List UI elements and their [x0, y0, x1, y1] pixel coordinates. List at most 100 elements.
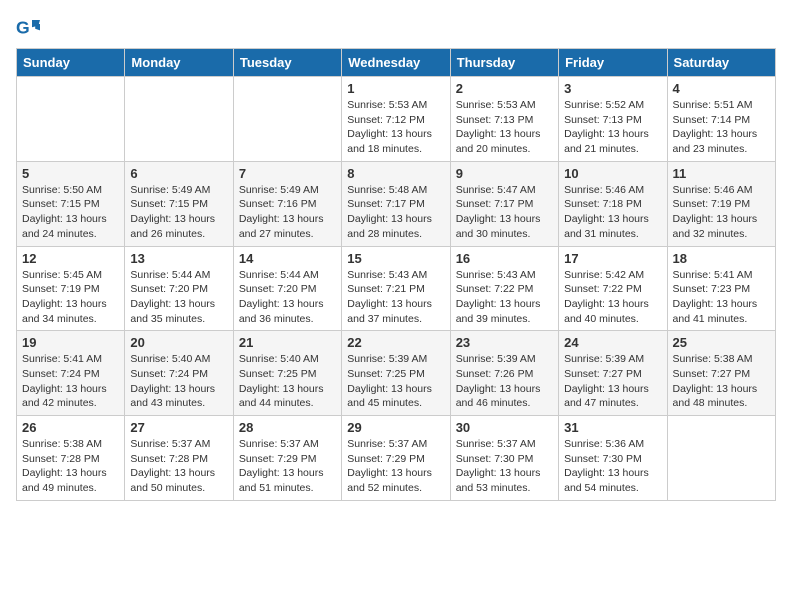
day-info: Sunrise: 5:50 AM Sunset: 7:15 PM Dayligh… — [22, 183, 119, 242]
day-info: Sunrise: 5:37 AM Sunset: 7:30 PM Dayligh… — [456, 437, 553, 496]
weekday-header-row: SundayMondayTuesdayWednesdayThursdayFrid… — [17, 49, 776, 77]
day-number: 18 — [673, 251, 770, 266]
calendar-cell: 19 Sunrise: 5:41 AM Sunset: 7:24 PM Dayli… — [17, 331, 125, 416]
calendar-cell: 20Sunrise: 5:40 AM Sunset: 7:24 PM Dayli… — [125, 331, 233, 416]
calendar-cell: 8 Sunrise: 5:48 AM Sunset: 7:17 PM Daylig… — [342, 161, 450, 246]
day-info: Sunrise: 5:41 AM Sunset: 7:24 PM Dayligh… — [22, 352, 119, 411]
calendar-cell: 14Sunrise: 5:44 AM Sunset: 7:20 PM Dayli… — [233, 246, 341, 331]
day-number: 7 — [239, 166, 336, 181]
day-number: 23 — [456, 335, 553, 350]
day-number: 28 — [239, 420, 336, 435]
day-info: Sunrise: 5:40 AM Sunset: 7:25 PM Dayligh… — [239, 352, 336, 411]
calendar-cell: 17 Sunrise: 5:42 AM Sunset: 7:22 PM Dayli… — [559, 246, 667, 331]
weekday-header-wednesday: Wednesday — [342, 49, 450, 77]
calendar-cell: 21Sunrise: 5:40 AM Sunset: 7:25 PM Dayli… — [233, 331, 341, 416]
calendar-cell: 6 Sunrise: 5:49 AM Sunset: 7:15 PM Daylig… — [125, 161, 233, 246]
day-info: Sunrise: 5:41 AM Sunset: 7:23 PM Dayligh… — [673, 268, 770, 327]
day-info: Sunrise: 5:44 AM Sunset: 7:20 PM Dayligh… — [130, 268, 227, 327]
calendar-cell: 12 Sunrise: 5:45 AM Sunset: 7:19 PM Dayli… — [17, 246, 125, 331]
day-info: Sunrise: 5:37 AM Sunset: 7:29 PM Dayligh… — [239, 437, 336, 496]
day-number: 26 — [22, 420, 119, 435]
calendar-cell: 10 Sunrise: 5:46 AM Sunset: 7:18 PM Dayli… — [559, 161, 667, 246]
calendar-cell: 7 Sunrise: 5:49 AM Sunset: 7:16 PM Daylig… — [233, 161, 341, 246]
calendar-cell: 27 Sunrise: 5:37 AM Sunset: 7:28 PM Dayli… — [125, 416, 233, 501]
day-number: 30 — [456, 420, 553, 435]
calendar-cell: 30 Sunrise: 5:37 AM Sunset: 7:30 PM Dayli… — [450, 416, 558, 501]
calendar-cell: 24 Sunrise: 5:39 AM Sunset: 7:27 PM Dayli… — [559, 331, 667, 416]
day-number: 8 — [347, 166, 444, 181]
day-number: 5 — [22, 166, 119, 181]
day-info: Sunrise: 5:39 AM Sunset: 7:27 PM Dayligh… — [564, 352, 661, 411]
day-info: Sunrise: 5:53 AM Sunset: 7:13 PM Dayligh… — [456, 98, 553, 157]
week-row-1: 1 Sunrise: 5:53 AM Sunset: 7:12 PM Daylig… — [17, 77, 776, 162]
day-number: 19 — [22, 335, 119, 350]
day-info: Sunrise: 5:53 AM Sunset: 7:12 PM Dayligh… — [347, 98, 444, 157]
weekday-header-sunday: Sunday — [17, 49, 125, 77]
day-info: Sunrise: 5:46 AM Sunset: 7:19 PM Dayligh… — [673, 183, 770, 242]
day-info: Sunrise: 5:49 AM Sunset: 7:16 PM Dayligh… — [239, 183, 336, 242]
calendar-cell — [125, 77, 233, 162]
svg-text:G: G — [16, 18, 30, 38]
weekday-header-monday: Monday — [125, 49, 233, 77]
day-info: Sunrise: 5:48 AM Sunset: 7:17 PM Dayligh… — [347, 183, 444, 242]
day-info: Sunrise: 5:43 AM Sunset: 7:22 PM Dayligh… — [456, 268, 553, 327]
weekday-header-tuesday: Tuesday — [233, 49, 341, 77]
week-row-5: 26 Sunrise: 5:38 AM Sunset: 7:28 PM Dayli… — [17, 416, 776, 501]
day-number: 1 — [347, 81, 444, 96]
day-info: Sunrise: 5:49 AM Sunset: 7:15 PM Dayligh… — [130, 183, 227, 242]
day-info: Sunrise: 5:47 AM Sunset: 7:17 PM Dayligh… — [456, 183, 553, 242]
logo: G — [16, 16, 44, 40]
calendar-cell: 2 Sunrise: 5:53 AM Sunset: 7:13 PM Daylig… — [450, 77, 558, 162]
day-info: Sunrise: 5:46 AM Sunset: 7:18 PM Dayligh… — [564, 183, 661, 242]
calendar-cell: 31 Sunrise: 5:36 AM Sunset: 7:30 PM Dayli… — [559, 416, 667, 501]
header: G — [16, 16, 776, 40]
calendar-cell: 26 Sunrise: 5:38 AM Sunset: 7:28 PM Dayli… — [17, 416, 125, 501]
day-number: 6 — [130, 166, 227, 181]
day-number: 15 — [347, 251, 444, 266]
calendar-cell: 4Sunrise: 5:51 AM Sunset: 7:14 PM Daylig… — [667, 77, 775, 162]
day-number: 25 — [673, 335, 770, 350]
calendar-cell — [17, 77, 125, 162]
calendar-cell: 16 Sunrise: 5:43 AM Sunset: 7:22 PM Dayli… — [450, 246, 558, 331]
day-number: 29 — [347, 420, 444, 435]
day-info: Sunrise: 5:37 AM Sunset: 7:28 PM Dayligh… — [130, 437, 227, 496]
calendar-cell: 1 Sunrise: 5:53 AM Sunset: 7:12 PM Daylig… — [342, 77, 450, 162]
week-row-4: 19 Sunrise: 5:41 AM Sunset: 7:24 PM Dayli… — [17, 331, 776, 416]
day-info: Sunrise: 5:43 AM Sunset: 7:21 PM Dayligh… — [347, 268, 444, 327]
day-info: Sunrise: 5:36 AM Sunset: 7:30 PM Dayligh… — [564, 437, 661, 496]
calendar-cell: 22 Sunrise: 5:39 AM Sunset: 7:25 PM Dayli… — [342, 331, 450, 416]
calendar-cell: 18 Sunrise: 5:41 AM Sunset: 7:23 PM Dayli… — [667, 246, 775, 331]
day-number: 16 — [456, 251, 553, 266]
day-info: Sunrise: 5:45 AM Sunset: 7:19 PM Dayligh… — [22, 268, 119, 327]
day-number: 2 — [456, 81, 553, 96]
day-number: 17 — [564, 251, 661, 266]
day-number: 31 — [564, 420, 661, 435]
calendar-cell: 28 Sunrise: 5:37 AM Sunset: 7:29 PM Dayli… — [233, 416, 341, 501]
day-number: 13 — [130, 251, 227, 266]
day-info: Sunrise: 5:52 AM Sunset: 7:13 PM Dayligh… — [564, 98, 661, 157]
week-row-2: 5 Sunrise: 5:50 AM Sunset: 7:15 PM Daylig… — [17, 161, 776, 246]
day-info: Sunrise: 5:37 AM Sunset: 7:29 PM Dayligh… — [347, 437, 444, 496]
day-info: Sunrise: 5:38 AM Sunset: 7:28 PM Dayligh… — [22, 437, 119, 496]
day-number: 12 — [22, 251, 119, 266]
calendar-cell: 29 Sunrise: 5:37 AM Sunset: 7:29 PM Dayli… — [342, 416, 450, 501]
weekday-header-friday: Friday — [559, 49, 667, 77]
day-info: Sunrise: 5:39 AM Sunset: 7:25 PM Dayligh… — [347, 352, 444, 411]
calendar-cell: 15 Sunrise: 5:43 AM Sunset: 7:21 PM Dayli… — [342, 246, 450, 331]
day-number: 22 — [347, 335, 444, 350]
calendar-cell — [233, 77, 341, 162]
weekday-header-saturday: Saturday — [667, 49, 775, 77]
day-number: 27 — [130, 420, 227, 435]
day-number: 3 — [564, 81, 661, 96]
day-number: 24 — [564, 335, 661, 350]
day-number: 10 — [564, 166, 661, 181]
weekday-header-thursday: Thursday — [450, 49, 558, 77]
calendar-cell: 9 Sunrise: 5:47 AM Sunset: 7:17 PM Daylig… — [450, 161, 558, 246]
day-info: Sunrise: 5:51 AM Sunset: 7:14 PM Dayligh… — [673, 98, 770, 157]
day-info: Sunrise: 5:38 AM Sunset: 7:27 PM Dayligh… — [673, 352, 770, 411]
day-info: Sunrise: 5:42 AM Sunset: 7:22 PM Dayligh… — [564, 268, 661, 327]
day-number: 9 — [456, 166, 553, 181]
calendar-cell: 11Sunrise: 5:46 AM Sunset: 7:19 PM Dayli… — [667, 161, 775, 246]
logo-icon: G — [16, 16, 40, 40]
calendar-cell: 25 Sunrise: 5:38 AM Sunset: 7:27 PM Dayli… — [667, 331, 775, 416]
